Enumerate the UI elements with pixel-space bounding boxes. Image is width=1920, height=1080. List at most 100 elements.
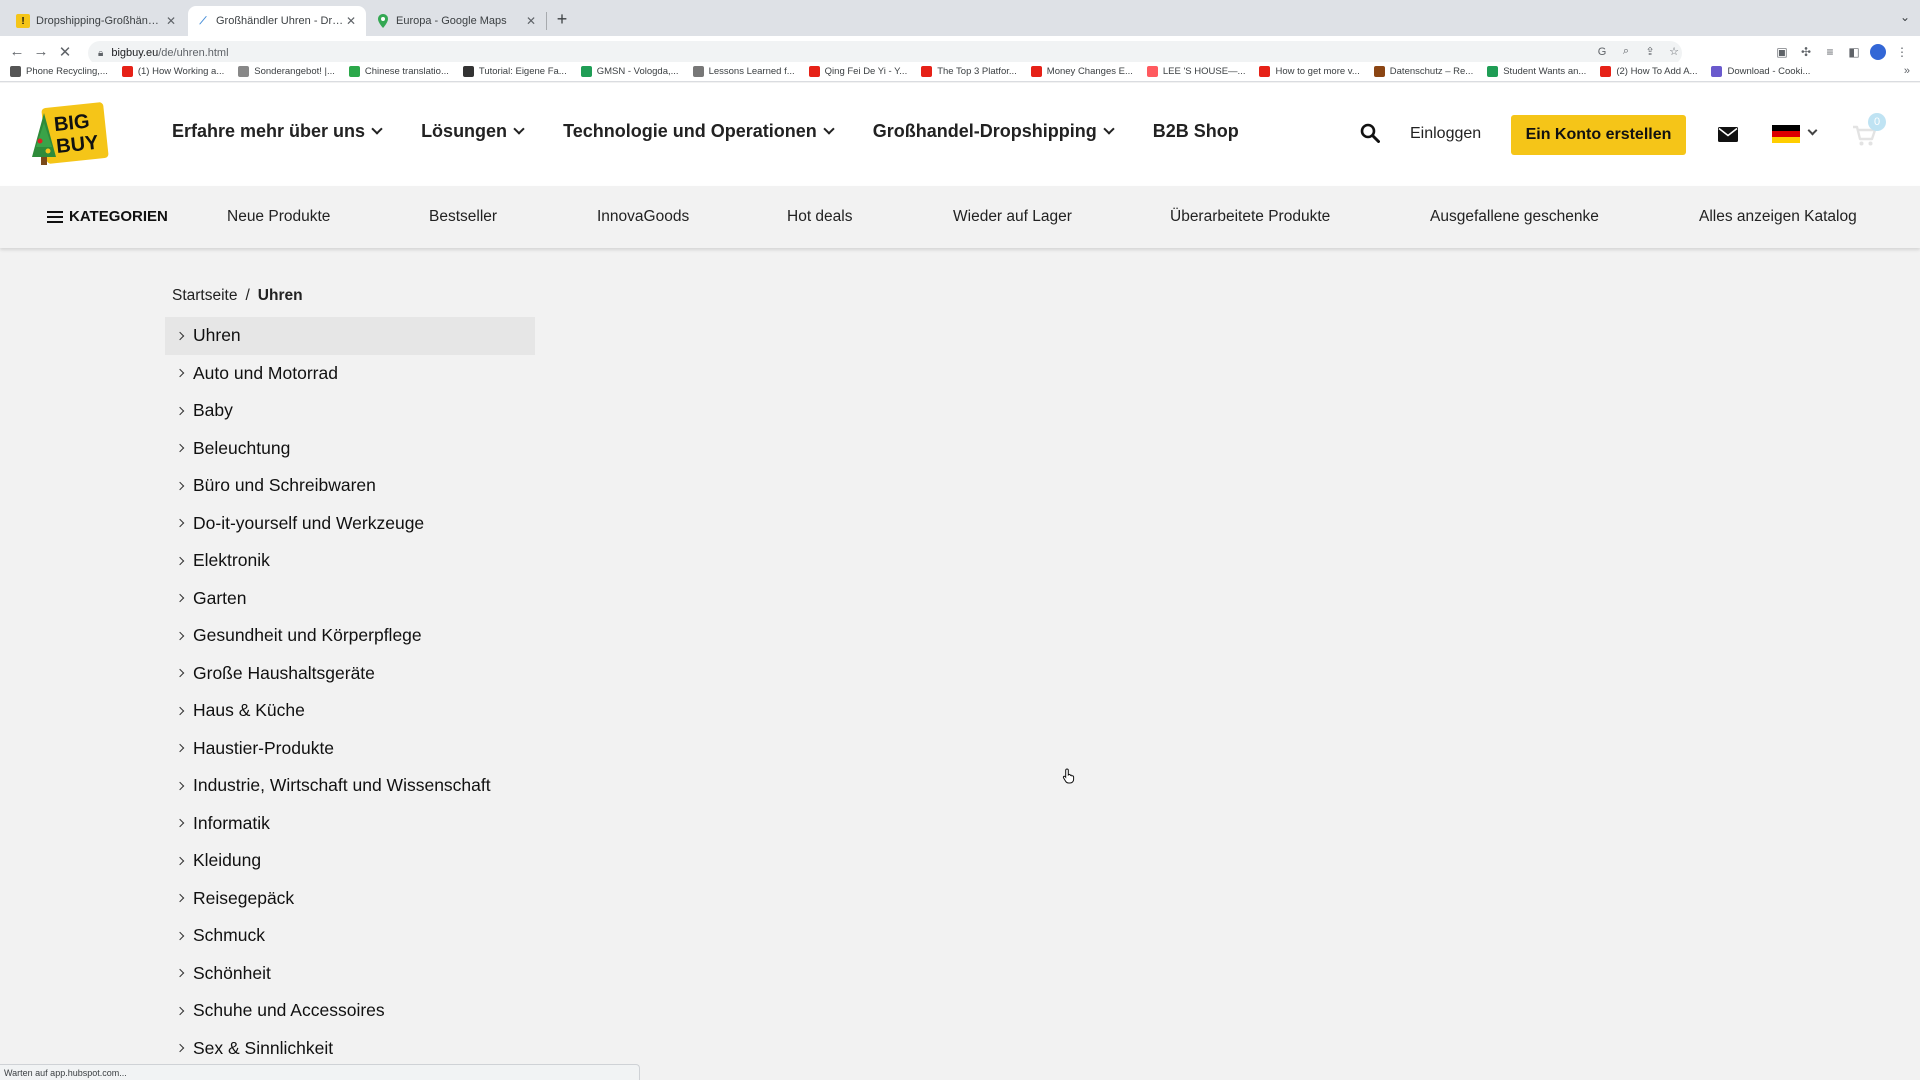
bookmark-item[interactable]: GMSN - Vologda,...: [580, 66, 679, 77]
bookmark-item[interactable]: Phone Recycling,...: [10, 66, 108, 77]
catbar-link-neue-produkte[interactable]: Neue Produkte: [227, 208, 330, 226]
category-list-item[interactable]: Auto und Motorrad: [165, 355, 535, 393]
bookmark-label: GMSN - Vologda,...: [596, 66, 679, 77]
chevron-right-icon: [175, 856, 185, 865]
bookmark-item[interactable]: Sonderangebot! |...: [238, 66, 335, 77]
bookmark-label: Student Wants an...: [1503, 66, 1587, 77]
share-icon[interactable]: ⇪: [1642, 45, 1658, 58]
browser-tab[interactable]: Europa - Google Maps ✕: [368, 6, 546, 36]
breadcrumb-current: Uhren: [257, 287, 303, 304]
bookmark-item[interactable]: (1) How Working a...: [121, 66, 224, 77]
chevron-right-icon: [175, 556, 185, 565]
create-account-button[interactable]: Ein Konto erstellen: [1511, 115, 1686, 155]
bookmark-item[interactable]: Lessons Learned f...: [692, 66, 795, 77]
login-link[interactable]: Einloggen: [1410, 125, 1481, 143]
tab-search-chevron-icon[interactable]: ⌄: [1900, 10, 1910, 24]
category-list-item[interactable]: Industrie, Wirtschaft und Wissenschaft: [165, 767, 535, 805]
mail-icon[interactable]: [1718, 127, 1738, 142]
category-list-item[interactable]: Große Haushaltsgeräte: [165, 655, 535, 693]
bigbuy-logo[interactable]: BIG BUY: [30, 101, 110, 169]
profile-avatar-icon[interactable]: [1870, 44, 1886, 60]
bookmarks-overflow-icon[interactable]: »: [1904, 65, 1910, 77]
nav-erfahre-mehr[interactable]: Erfahre mehr über uns: [172, 121, 383, 142]
category-list-item[interactable]: Garten: [165, 580, 535, 618]
category-list-item[interactable]: Haustier-Produkte: [165, 730, 535, 768]
bookmark-favicon-icon: [121, 66, 133, 77]
maps-pin-icon: [376, 14, 390, 28]
bookmark-item[interactable]: Chinese translatio...: [348, 66, 449, 77]
lock-icon[interactable]: 🔒︎: [98, 48, 103, 59]
hamburger-menu-icon: [47, 210, 63, 223]
category-list-item[interactable]: Schönheit: [165, 955, 535, 993]
category-list-item[interactable]: Schmuck: [165, 917, 535, 955]
google-lens-icon[interactable]: G: [1594, 46, 1610, 58]
bookmark-item[interactable]: LEE 'S HOUSE—...: [1146, 66, 1245, 77]
extension-icon[interactable]: ▣: [1774, 45, 1790, 59]
bookmark-label: Lessons Learned f...: [708, 66, 795, 77]
chevron-right-icon: [175, 894, 185, 903]
category-list-item[interactable]: Reisegepäck: [165, 880, 535, 918]
hand-pointer-cursor-icon: [1062, 768, 1075, 784]
chevron-right-icon: [175, 406, 185, 415]
catbar-link-ausgefallene-geschenke[interactable]: Ausgefallene geschenke: [1430, 208, 1599, 226]
stop-loading-icon[interactable]: ✕: [56, 43, 74, 61]
bookmark-favicon-icon: [1711, 66, 1723, 77]
browser-tab-active[interactable]: ⟋ Großhändler Uhren - Dropship ✕: [188, 6, 366, 36]
browser-tab[interactable]: ! Dropshipping-Großhändler. Bi ✕: [8, 6, 186, 36]
close-icon[interactable]: ✕: [524, 14, 538, 28]
bookmark-item[interactable]: Datenschutz – Re...: [1373, 66, 1473, 77]
category-list-item[interactable]: Schuhe und Accessoires: [165, 992, 535, 1030]
bookmark-item[interactable]: Tutorial: Eigene Fa...: [462, 66, 567, 77]
chevron-right-icon: [175, 819, 185, 828]
category-list-item[interactable]: Gesundheit und Körperpflege: [165, 617, 535, 655]
nav-loesungen[interactable]: Lösungen: [421, 121, 525, 142]
puzzle-extensions-icon[interactable]: ✣: [1798, 45, 1814, 59]
nav-label: Technologie und Operationen: [563, 121, 817, 141]
catbar-link-alles-anzeigen[interactable]: Alles anzeigen Katalog: [1699, 208, 1857, 226]
categories-menu-button[interactable]: KATEGORIEN: [47, 208, 168, 225]
bookmark-item[interactable]: Student Wants an...: [1487, 66, 1586, 77]
back-arrow-icon[interactable]: ←: [8, 43, 26, 60]
bookmark-item[interactable]: How to get more v...: [1259, 66, 1360, 77]
german-flag-icon[interactable]: [1772, 125, 1800, 143]
category-list-item[interactable]: Kleidung: [165, 842, 535, 880]
bookmark-item[interactable]: Download - Cooki...: [1711, 66, 1810, 77]
category-list-item[interactable]: Sex & Sinnlichkeit: [165, 1030, 535, 1068]
category-list-item[interactable]: Büro und Schreibwaren: [165, 467, 535, 505]
catbar-link-wieder-auf-lager[interactable]: Wieder auf Lager: [953, 208, 1072, 226]
chevron-down-icon[interactable]: [1807, 125, 1818, 136]
bookmark-item[interactable]: (2) How To Add A...: [1600, 66, 1697, 77]
bookmark-star-icon[interactable]: ☆: [1666, 45, 1682, 58]
bookmark-item[interactable]: Qing Fei De Yi - Y...: [808, 66, 907, 77]
category-list-item[interactable]: Do-it-yourself und Werkzeuge: [165, 505, 535, 543]
catbar-link-innovagoods[interactable]: InnovaGoods: [597, 208, 689, 226]
breadcrumb-separator: /: [245, 287, 250, 304]
new-tab-plus-icon[interactable]: +: [552, 9, 572, 30]
bookmark-item[interactable]: Money Changes E...: [1030, 66, 1133, 77]
category-list-item[interactable]: Beleuchtung: [165, 430, 535, 468]
side-panel-icon[interactable]: ◧: [1846, 45, 1862, 59]
reading-list-icon[interactable]: ≡: [1822, 45, 1838, 59]
category-list-item[interactable]: Informatik: [165, 805, 535, 843]
bookmark-label: Tutorial: Eigene Fa...: [478, 66, 567, 77]
omnibox-actions: G ⌕ ⇪ ☆: [1594, 45, 1682, 58]
breadcrumb-home-link[interactable]: Startseite: [172, 287, 237, 305]
close-icon[interactable]: ✕: [164, 14, 178, 28]
catbar-link-hot-deals[interactable]: Hot deals: [787, 208, 852, 226]
nav-grosshandel[interactable]: Großhandel-Dropshipping: [873, 121, 1115, 142]
kebab-menu-icon[interactable]: ⋮: [1894, 45, 1910, 59]
nav-b2b-shop[interactable]: B2B Shop: [1153, 121, 1239, 142]
category-list-item[interactable]: Elektronik: [165, 542, 535, 580]
forward-arrow-icon[interactable]: →: [32, 43, 50, 60]
search-icon[interactable]: [1360, 123, 1380, 143]
category-list-item[interactable]: Uhren: [165, 317, 535, 355]
category-list-item[interactable]: Baby: [165, 392, 535, 430]
zoom-icon[interactable]: ⌕: [1618, 45, 1634, 58]
close-icon[interactable]: ✕: [344, 14, 358, 28]
category-list-item[interactable]: Haus & Küche: [165, 692, 535, 730]
catbar-link-bestseller[interactable]: Bestseller: [429, 208, 497, 226]
url-path: /de/uhren.html: [158, 47, 229, 59]
nav-technologie[interactable]: Technologie und Operationen: [563, 121, 835, 142]
catbar-link-ueberarbeitete-produkte[interactable]: Überarbeitete Produkte: [1170, 208, 1330, 226]
bookmark-item[interactable]: The Top 3 Platfor...: [921, 66, 1017, 77]
